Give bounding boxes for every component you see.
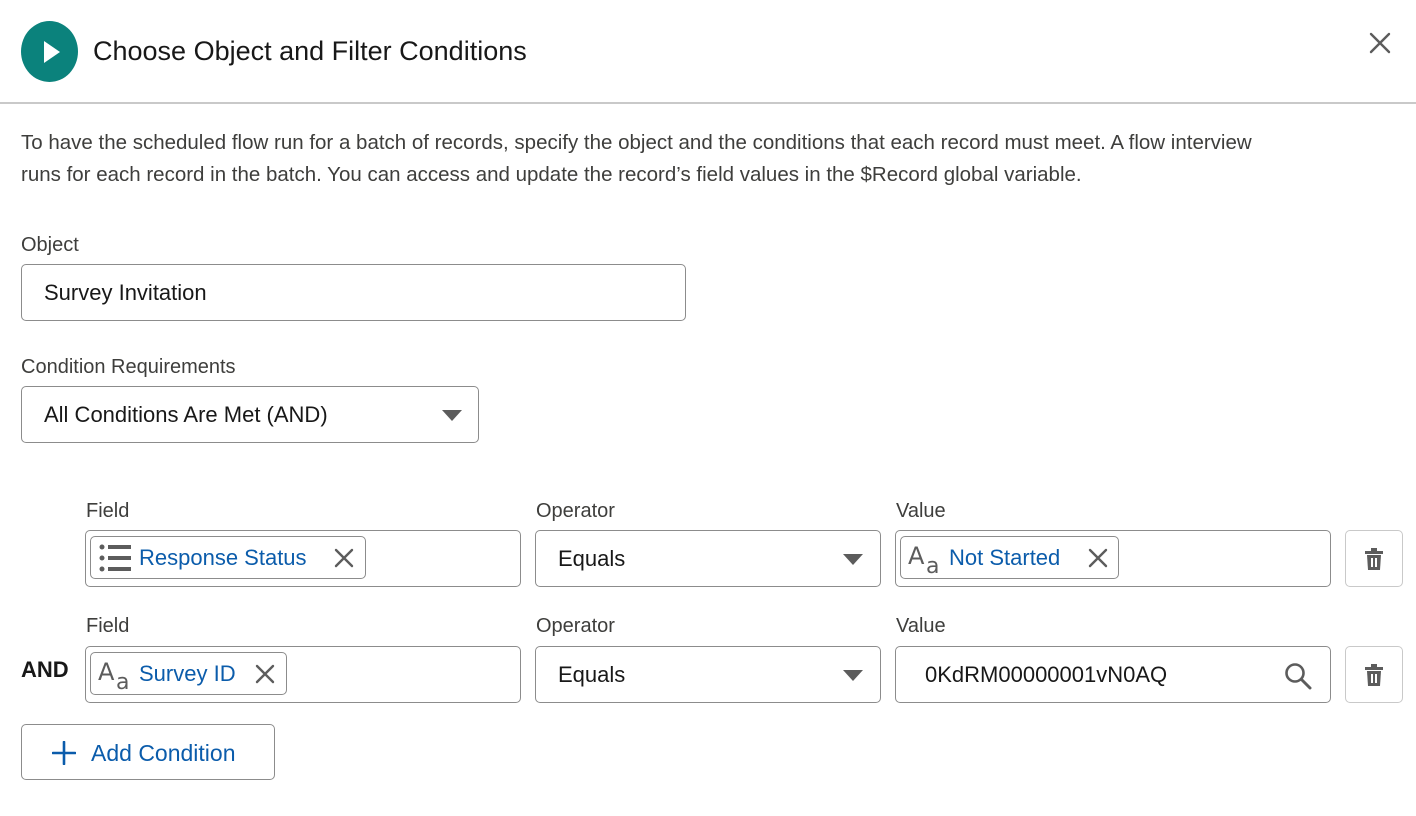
- operator-select[interactable]: Equals: [535, 530, 881, 587]
- close-button[interactable]: [1364, 27, 1396, 59]
- operator-label: Operator: [536, 615, 615, 637]
- add-condition-button[interactable]: Add Condition: [21, 724, 275, 780]
- trash-icon: [1365, 547, 1383, 570]
- operator-value: Equals: [558, 546, 626, 571]
- plus-icon: [52, 741, 76, 765]
- text-type-icon: A a: [908, 542, 939, 574]
- svg-text:A: A: [908, 542, 925, 570]
- field-input[interactable]: Response Status: [85, 530, 521, 587]
- field-pill-label: Response Status: [139, 545, 307, 570]
- remove-icon[interactable]: [1087, 547, 1109, 569]
- field-pill[interactable]: Response Status: [90, 536, 366, 579]
- text-type-icon: A a: [98, 658, 129, 690]
- svg-text:A: A: [98, 658, 115, 686]
- object-label: Object: [21, 234, 79, 256]
- picklist-icon: [99, 544, 131, 572]
- field-pill-label: Survey ID: [139, 661, 236, 686]
- add-condition-label: Add Condition: [91, 740, 236, 766]
- value-pill-label: Not Started: [949, 545, 1061, 570]
- remove-icon[interactable]: [333, 547, 355, 569]
- object-input[interactable]: Survey Invitation: [21, 264, 686, 321]
- condition-requirements-label: Condition Requirements: [21, 356, 236, 378]
- value-label: Value: [896, 500, 946, 522]
- value-text: 0KdRM00000001vN0AQ: [925, 662, 1168, 687]
- play-icon: [21, 21, 78, 82]
- field-input[interactable]: A a Survey ID: [85, 646, 521, 703]
- field-label: Field: [86, 615, 130, 637]
- value-label: Value: [896, 615, 946, 637]
- svg-text:a: a: [116, 670, 129, 690]
- operator-value: Equals: [558, 662, 626, 687]
- svg-text:a: a: [926, 554, 939, 574]
- delete-condition-button[interactable]: [1345, 646, 1403, 703]
- operator-select[interactable]: Equals: [535, 646, 881, 703]
- object-value: Survey Invitation: [44, 280, 207, 305]
- chevron-down-icon: [442, 410, 462, 421]
- modal-header: Choose Object and Filter Conditions: [0, 0, 1416, 104]
- close-icon: [1369, 32, 1391, 54]
- field-label: Field: [86, 500, 130, 522]
- operator-label: Operator: [536, 500, 615, 522]
- condition-requirements-select[interactable]: All Conditions Are Met (AND): [21, 386, 479, 443]
- condition-connector: AND: [21, 657, 69, 682]
- delete-condition-button[interactable]: [1345, 530, 1403, 587]
- description-text: To have the scheduled flow run for a bat…: [21, 131, 1252, 186]
- chevron-down-icon: [843, 670, 863, 681]
- chevron-down-icon: [843, 554, 863, 565]
- value-input[interactable]: A a Not Started: [895, 530, 1331, 587]
- remove-icon[interactable]: [254, 663, 276, 685]
- value-input[interactable]: 0KdRM00000001vN0AQ: [895, 646, 1331, 703]
- trash-icon: [1365, 663, 1383, 686]
- condition-requirements-value: All Conditions Are Met (AND): [44, 402, 328, 427]
- search-icon[interactable]: [1284, 662, 1312, 690]
- value-pill[interactable]: A a Not Started: [900, 536, 1119, 579]
- modal-title: Choose Object and Filter Conditions: [93, 36, 527, 66]
- field-pill[interactable]: A a Survey ID: [90, 652, 287, 695]
